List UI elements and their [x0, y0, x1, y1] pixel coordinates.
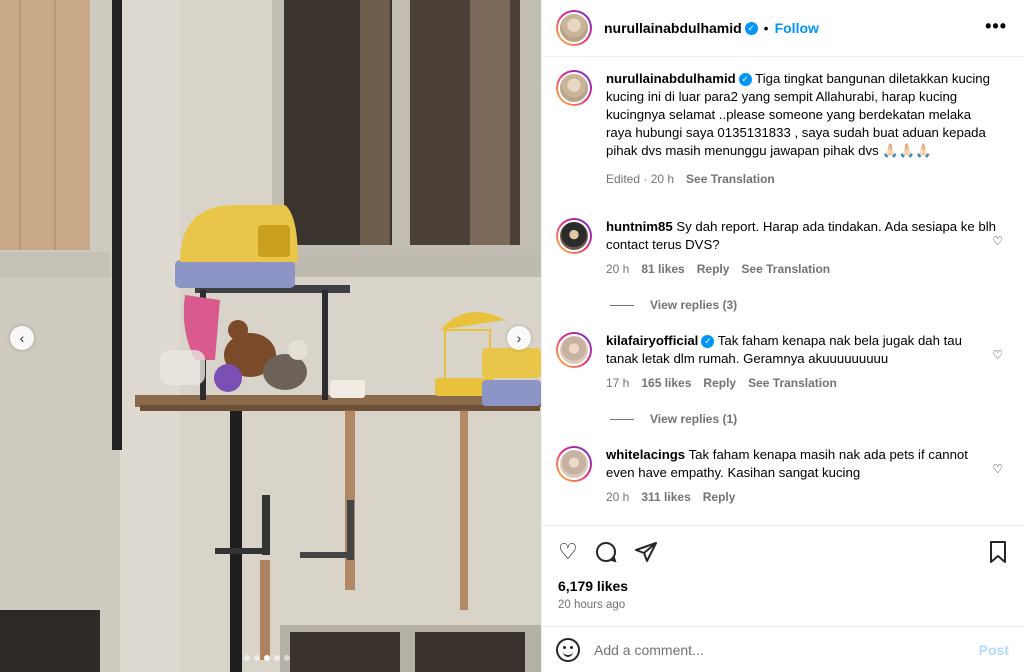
comment-reply-button[interactable]: Reply: [697, 260, 730, 278]
caption-username[interactable]: nurullainabdulhamid: [606, 71, 736, 86]
comment-username[interactable]: huntnim85: [606, 219, 673, 234]
add-comment-bar: Post: [542, 626, 1024, 672]
author-avatar[interactable]: [556, 70, 592, 106]
commenter-avatar[interactable]: [556, 446, 592, 482]
post-likes-count[interactable]: 6,179 likes: [558, 578, 628, 594]
view-replies-label: View replies (3): [650, 298, 738, 312]
comment-see-translation[interactable]: See Translation: [741, 260, 830, 278]
comment-age: 20 h: [606, 490, 630, 504]
caption-text-block: nurullainabdulhamid ✓ Tiga tingkat bangun…: [606, 70, 996, 160]
emoji-smiley-icon[interactable]: [556, 637, 580, 662]
verified-badge-icon: ✓: [744, 21, 758, 35]
chevron-right-icon: ›: [516, 330, 522, 346]
comment-like-heart-icon[interactable]: ♡: [992, 234, 1003, 248]
replies-divider-line: [610, 304, 634, 306]
comment-item: whitelacings Tak faham kenapa masih nak …: [556, 446, 1011, 506]
verified-badge-icon: ✓: [701, 335, 715, 349]
comment-reply-button[interactable]: Reply: [703, 488, 736, 506]
comment-item: kilafairyofficial ✓ Tak faham kenapa nak …: [556, 332, 1011, 392]
comment-like-heart-icon[interactable]: ♡: [992, 462, 1003, 476]
post-actions: ♡ 6,179 likes 20 hours ago: [542, 525, 1024, 625]
carousel-prev-button[interactable]: ‹: [10, 326, 34, 350]
cat-ledge-photo: [0, 0, 541, 672]
comment-item: huntnim85 Sy dah report. Harap ada tinda…: [556, 218, 1011, 278]
comment-like-heart-icon[interactable]: ♡: [992, 348, 1003, 362]
carousel-dot: [284, 655, 290, 661]
comment-bubble-icon[interactable]: [594, 540, 618, 569]
replies-divider-line: [610, 418, 634, 420]
view-replies-button[interactable]: View replies (1): [610, 412, 737, 426]
bookmark-icon[interactable]: [987, 540, 1009, 569]
carousel-dot: [244, 655, 250, 661]
comment-age: 20 h: [606, 262, 630, 276]
comment-reply-button[interactable]: Reply: [703, 374, 736, 392]
comment-likes[interactable]: 165 likes: [641, 374, 691, 392]
separator-dot: •: [763, 20, 769, 36]
commenter-avatar[interactable]: [556, 332, 592, 368]
view-replies-button[interactable]: View replies (3): [610, 298, 737, 312]
post-modal: ‹ › nurullainabdulhamid ✓ • Follow ••• n…: [0, 0, 1024, 672]
verified-badge-icon: ✓: [738, 73, 752, 87]
caption-see-translation[interactable]: See Translation: [686, 170, 775, 188]
carousel-dot: [274, 655, 280, 661]
more-horizontal-icon[interactable]: •••: [985, 16, 1007, 37]
commenter-avatar[interactable]: [556, 218, 592, 254]
post-header: nurullainabdulhamid ✓ • Follow •••: [542, 0, 1024, 57]
comments-list: nurullainabdulhamid ✓ Tiga tingkat bangun…: [542, 58, 1024, 524]
follow-button[interactable]: Follow: [775, 20, 819, 36]
post-details-panel: nurullainabdulhamid ✓ • Follow ••• nurul…: [541, 0, 1024, 672]
comment-age: 17 h: [606, 376, 630, 390]
author-avatar[interactable]: [556, 10, 592, 46]
add-comment-input[interactable]: [594, 641, 954, 658]
author-username[interactable]: nurullainabdulhamid: [604, 20, 742, 36]
carousel-indicator: [244, 655, 290, 661]
chevron-left-icon: ‹: [19, 330, 25, 346]
post-time-ago: 20 hours ago: [558, 599, 626, 611]
post-comment-button[interactable]: Post: [979, 642, 1009, 658]
carousel-dot-active: [264, 655, 270, 661]
carousel-dot: [254, 655, 260, 661]
share-send-icon[interactable]: [634, 540, 658, 569]
caption: nurullainabdulhamid ✓ Tiga tingkat bangun…: [556, 70, 1011, 188]
carousel-next-button[interactable]: ›: [507, 326, 531, 350]
like-heart-icon[interactable]: ♡: [558, 540, 578, 569]
comment-likes[interactable]: 81 likes: [641, 260, 684, 278]
view-replies-label: View replies (1): [650, 412, 738, 426]
post-photo: ‹ ›: [0, 0, 541, 672]
comment-username[interactable]: kilafairyofficial: [606, 333, 698, 348]
comment-likes[interactable]: 311 likes: [641, 488, 690, 506]
caption-edited-time: Edited · 20 h: [606, 172, 675, 186]
comment-see-translation[interactable]: See Translation: [748, 374, 837, 392]
comment-username[interactable]: whitelacings: [606, 447, 685, 462]
